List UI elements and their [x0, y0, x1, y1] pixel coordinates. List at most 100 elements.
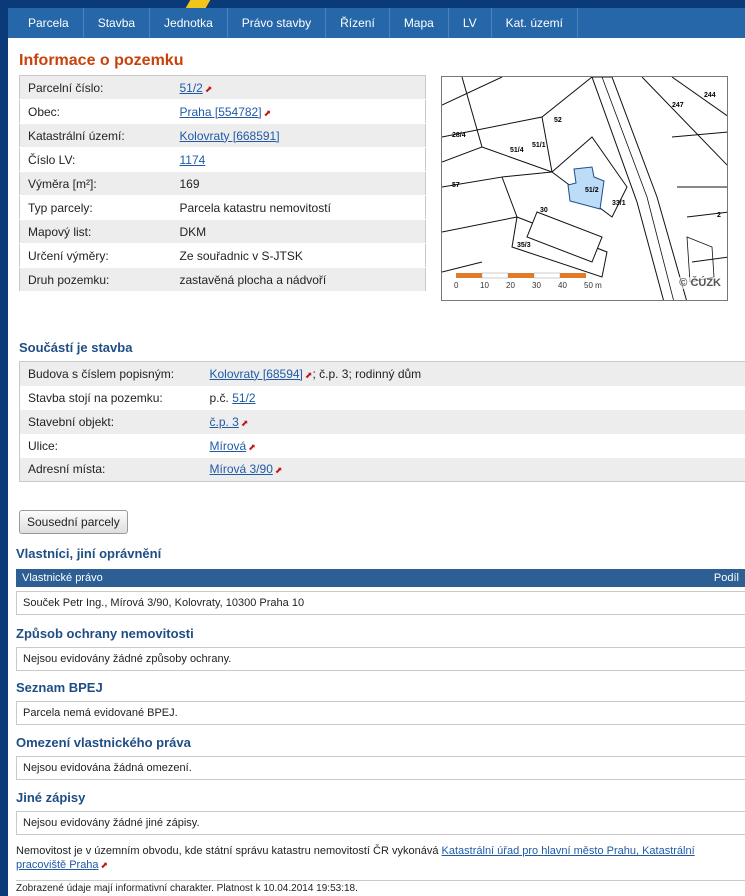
scale-label: 10 [480, 281, 489, 290]
svg-text:28/4: 28/4 [452, 132, 466, 139]
building-value-link[interactable]: Mírová [210, 439, 247, 453]
info-value-link[interactable]: 51/2 [180, 81, 203, 95]
info-value-cell: zastavěná plocha a nádvoří [167, 267, 426, 292]
external-link-icon: ⬈ [100, 860, 109, 870]
owner-row: Souček Petr Ing., Mírová 3/90, Kolovraty… [16, 591, 745, 615]
bpej-text: Parcela nemá evidované BPEJ. [16, 701, 745, 725]
owners-col-right: Vlastnické právo [22, 572, 103, 584]
info-label: Číslo LV: [19, 147, 168, 172]
info-row: Obec: Praha [554782] ⬈ [19, 99, 426, 124]
info-value: Parcela katastru nemovitostí [179, 200, 331, 215]
building-value-prefix: p.č. [209, 390, 233, 405]
info-value-cell: 1174 [167, 147, 426, 172]
map-drawing: 51/2 51/1 51/4 52 57 28/4 33/1 247 2 30 … [442, 77, 727, 300]
nav-tab-pr-vo-stavby[interactable]: Právo stavby [228, 8, 327, 38]
building-value-cell: p.č. 51/2 [201, 385, 745, 410]
building-value-link[interactable]: Mírová 3/90 [210, 462, 273, 476]
svg-text:247: 247 [672, 102, 684, 109]
info-label: Obec: [19, 99, 168, 124]
nav-tab-kat-zem-[interactable]: Kat. území [492, 8, 578, 38]
map-scale-labels: 0 10 20 30 40 50 m [454, 281, 614, 293]
info-label: Mapový list: [19, 219, 168, 244]
building-value-link[interactable]: Kolovraty [68594] [210, 367, 303, 381]
building-label: Ulice: [19, 433, 202, 458]
info-value: zastavěná plocha a nádvoří [179, 272, 327, 287]
page-title: Informace o pozemku [19, 52, 184, 69]
scale-label: 50 m [584, 281, 602, 290]
info-value-link[interactable]: Praha [554782] [180, 105, 262, 119]
owners-col-share: Podíl [713, 572, 739, 584]
info-row: Parcelní číslo: 51/2 ⬈ [19, 75, 426, 100]
info-value-cell: Parcela katastru nemovitostí [167, 195, 426, 220]
building-value-link[interactable]: 51/2 [232, 391, 255, 405]
info-row: Určení výměry: Ze souřadnic v S-JTSK [19, 243, 426, 268]
svg-text:52: 52 [554, 117, 562, 124]
building-value-rest: ; č.p. 3; rodinný dům [312, 366, 422, 381]
svg-text:33/1: 33/1 [612, 200, 626, 207]
info-value-cell: 169 [167, 171, 426, 196]
info-label: Určení výměry: [19, 243, 168, 268]
info-value-link[interactable]: Kolovraty [668591] [180, 129, 280, 143]
info-value: DKM [179, 224, 207, 239]
nav-tab--zen-[interactable]: Řízení [326, 8, 390, 38]
info-value-cell: DKM [167, 219, 426, 244]
top-banner [8, 0, 745, 8]
info-row: Typ parcely: Parcela katastru nemovitostí [19, 195, 426, 220]
info-value-cell: 51/2 ⬈ [167, 75, 426, 100]
cadastral-map[interactable]: 51/2 51/1 51/4 52 57 28/4 33/1 247 2 30 … [441, 76, 728, 301]
page: Parcela Stavba Jednotka Právo stavby Řízení M… [8, 0, 745, 896]
nav-tab-lv[interactable]: LV [449, 8, 492, 38]
svg-text:51/4: 51/4 [510, 147, 524, 154]
info-label: Katastrální území: [19, 123, 168, 148]
building-value-link[interactable]: č.p. 3 [210, 415, 239, 429]
info-value-link[interactable]: 1174 [180, 153, 206, 167]
external-link-icon: ⬈ [263, 107, 272, 118]
svg-text:51/1: 51/1 [532, 142, 546, 149]
info-value-cell: Praha [554782] ⬈ [167, 99, 426, 124]
info-label: Typ parcely: [19, 195, 168, 220]
building-value-cell: Kolovraty [68594] ⬈; č.p. 3; rodinný dům [201, 361, 745, 386]
scale-label: 20 [506, 281, 515, 290]
svg-text:244: 244 [704, 92, 716, 99]
building-section-title: Součástí je stavba [19, 340, 133, 355]
nav-tab-jednotka[interactable]: Jednotka [150, 8, 228, 38]
svg-text:35/3: 35/3 [517, 242, 531, 249]
info-row: Výměra [m²]: 169 [19, 171, 426, 196]
building-label: Adresní místa: [19, 457, 202, 482]
info-row: Číslo LV: 1174 [19, 147, 426, 172]
scale-label: 40 [558, 281, 567, 290]
external-link-icon: ⬈ [248, 441, 256, 452]
building-row: Ulice: Mírová ⬈ [19, 433, 745, 458]
external-link-icon: ⬈ [240, 417, 249, 428]
svg-text:2: 2 [717, 212, 721, 219]
scale-label: 0 [454, 281, 459, 290]
protection-text: Nejsou evidovány žádné způsoby ochrany. [16, 647, 745, 671]
bpej-section-title: Seznam BPEJ [16, 680, 103, 695]
building-row: Stavba stojí na pozemku: p.č. 51/2 [19, 385, 745, 410]
info-label: Výměra [m²]: [19, 171, 168, 196]
validity-footer: Zobrazené údaje mají informativní charak… [16, 880, 745, 896]
jurisdiction-note: Nemovitost je v územním obvodu, kde stát… [16, 844, 745, 872]
banner-accent [185, 0, 211, 8]
restrictions-section-title: Omezení vlastnického práva [16, 735, 191, 750]
info-row: Mapový list: DKM [19, 219, 426, 244]
building-row: Adresní místa: Mírová 3/90 ⬈ [19, 457, 745, 482]
neighbor-parcels-button[interactable]: Sousední parcely [19, 510, 128, 534]
nav-tab-parcela[interactable]: Parcela [8, 8, 84, 38]
building-label: Stavební objekt: [19, 409, 202, 434]
nav-tab-mapa[interactable]: Mapa [390, 8, 449, 38]
building-label: Budova s číslem popisným: [19, 361, 202, 386]
info-label: Druh pozemku: [19, 267, 168, 292]
external-link-icon: ⬈ [274, 465, 283, 476]
external-link-icon: ⬈ [204, 83, 213, 94]
info-value-cell: Kolovraty [668591] [167, 123, 426, 148]
nav-tab-stavba[interactable]: Stavba [84, 8, 151, 38]
info-row: Katastrální území: Kolovraty [668591] [19, 123, 426, 148]
scale-label: 30 [532, 281, 541, 290]
parcel-info-table: Parcelní číslo: 51/2 ⬈ Obec: Praha [554782] ⬈… [19, 75, 426, 292]
note-text: Nemovitost je v územním obvodu, kde stát… [16, 845, 442, 857]
building-label: Stavba stojí na pozemku: [19, 385, 202, 410]
building-table: Budova s číslem popisným: Kolovraty [6859… [19, 361, 745, 482]
svg-text:57: 57 [452, 182, 460, 189]
owners-section-title: Vlastníci, jiní oprávnění [16, 546, 162, 561]
